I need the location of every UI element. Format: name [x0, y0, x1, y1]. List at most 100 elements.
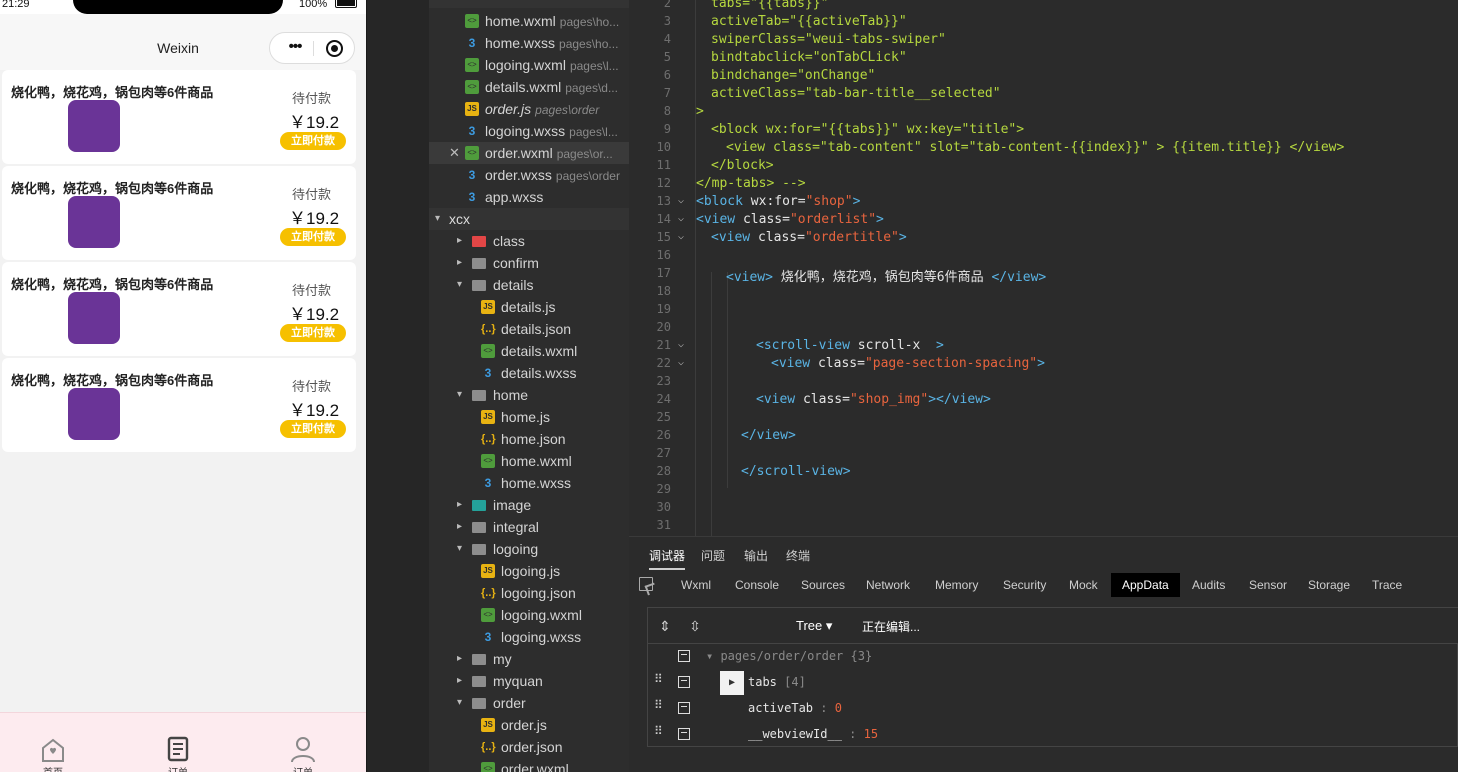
row-checkbox[interactable] — [678, 728, 690, 740]
fold-chevron-icon[interactable]: ⌵ — [678, 357, 684, 368]
key-name: tabs — [748, 675, 777, 689]
row-checkbox[interactable] — [678, 650, 690, 662]
panel-tab[interactable]: 终端 — [786, 547, 810, 564]
devtools-tab[interactable]: Audits — [1192, 573, 1225, 597]
folder-item[interactable]: ▸ confirm — [429, 252, 629, 274]
devtools-tab[interactable]: Trace — [1372, 573, 1402, 597]
file-item[interactable]: 3 logoing.wxss — [429, 626, 629, 648]
drag-handle-icon[interactable]: ⠿ — [654, 725, 664, 742]
file-item[interactable]: 3 details.wxss — [429, 362, 629, 384]
file-item[interactable]: 3 home.wxss — [429, 472, 629, 494]
open-editor-item[interactable]: <> home.wxml pages\ho... — [429, 10, 629, 32]
order-card[interactable]: 烧化鸭，烧花鸡，锅包肉等6件商品 待付款 ￥19.2 立即付款 — [2, 358, 356, 452]
panel-tab[interactable]: 问题 — [701, 547, 725, 564]
key-value[interactable]: 0 — [835, 701, 842, 715]
open-editor-item[interactable]: JS order.js pages\order — [429, 98, 629, 120]
order-card[interactable]: 烧化鸭，烧花鸡，锅包肉等6件商品 待付款 ￥19.2 立即付款 — [2, 262, 356, 356]
tab-home[interactable]: 首页 — [23, 713, 83, 772]
panel-splitter[interactable] — [366, 0, 429, 772]
folder-item[interactable]: ▸ class — [429, 230, 629, 252]
open-editor-item[interactable]: 3 home.wxss pages\ho... — [429, 32, 629, 54]
open-editor-item[interactable]: <> logoing.wxml pages\l... — [429, 54, 629, 76]
devtools-tab[interactable]: Sources — [801, 573, 845, 597]
devtools-tab[interactable]: AppData — [1111, 573, 1180, 597]
row-checkbox[interactable] — [678, 702, 690, 714]
panel-tab[interactable]: 输出 — [744, 547, 768, 564]
key-value[interactable]: 15 — [864, 727, 878, 741]
panel-tab[interactable]: 调试器 — [649, 547, 686, 570]
file-name: order.js — [501, 717, 547, 733]
fold-chevron-icon[interactable]: ⌵ — [678, 195, 684, 206]
folder-item[interactable]: ▾ details — [429, 274, 629, 296]
open-editor-item[interactable]: 3 logoing.wxss pages\l... — [429, 120, 629, 142]
folder-item[interactable]: ▸ my — [429, 648, 629, 670]
file-item[interactable]: {..} home.json — [429, 428, 629, 450]
devtools-tab[interactable]: Memory — [935, 573, 978, 597]
row-checkbox[interactable] — [678, 676, 690, 688]
tab-order[interactable]: 订单 — [148, 713, 208, 772]
devtools-tab[interactable]: Storage — [1308, 573, 1350, 597]
collapse-all-icon[interactable]: ⇳ — [686, 617, 704, 635]
tab-profile[interactable]: 订单 — [273, 713, 333, 772]
code-editor[interactable]: 2 tabs="{{tabs}}" 3 activeTab="{{activeTab}… — [629, 0, 1458, 536]
file-item[interactable]: <> details.wxml — [429, 340, 629, 362]
devtools-tab[interactable]: Console — [735, 573, 779, 597]
open-editor-item[interactable]: <> details.wxml pages\d... — [429, 76, 629, 98]
fold-chevron-icon[interactable]: ⌵ — [678, 231, 684, 242]
fold-chevron-icon[interactable]: ⌵ — [678, 213, 684, 224]
file-item[interactable]: JS details.js — [429, 296, 629, 318]
close-icon[interactable]: ✕ — [449, 142, 460, 164]
pay-now-button[interactable]: 立即付款 — [280, 420, 346, 438]
open-editor-item[interactable]: 3 order.wxss pages\order — [429, 164, 629, 186]
open-editor-item[interactable]: ✕ <> order.wxml pages\or... — [429, 142, 629, 164]
devtools-tab[interactable]: Security — [1003, 573, 1046, 597]
file-item[interactable]: {..} details.json — [429, 318, 629, 340]
folder-item[interactable]: ▸ myquan — [429, 670, 629, 692]
folder-item[interactable]: ▸ integral — [429, 516, 629, 538]
file-item[interactable]: JS home.js — [429, 406, 629, 428]
wxss-file-icon: 3 — [468, 168, 476, 182]
expand-all-icon[interactable]: ⇕ — [656, 617, 674, 635]
file-item[interactable]: JS logoing.js — [429, 560, 629, 582]
open-editor-item[interactable]: 3 app.wxss — [429, 186, 629, 208]
code-token: </view> — [741, 428, 796, 443]
file-name: my — [493, 651, 512, 667]
file-item[interactable]: <> order.wxml — [429, 758, 629, 772]
chevron-right-icon: ▸ — [457, 235, 463, 246]
file-name: order.wxml pages\or... — [485, 145, 613, 161]
file-item[interactable]: {..} order.json — [429, 736, 629, 758]
file-item[interactable]: <> home.wxml — [429, 450, 629, 472]
folder-item[interactable]: ▸ image — [429, 494, 629, 516]
devtools-tab[interactable]: Wxml — [681, 573, 711, 597]
project-root[interactable]: ▾ xcx — [429, 208, 629, 230]
code-token: "orderlist" — [789, 212, 877, 227]
more-dots-icon[interactable]: ••• — [278, 39, 312, 57]
product-thumbnail — [68, 100, 120, 152]
file-item[interactable]: <> logoing.wxml — [429, 604, 629, 626]
target-icon[interactable] — [326, 40, 343, 57]
line-number: 22 — [656, 356, 671, 370]
drag-handle-icon[interactable]: ⠿ — [654, 699, 664, 716]
view-mode-select[interactable]: Tree ▾ — [796, 618, 832, 634]
pay-now-button[interactable]: 立即付款 — [280, 324, 346, 342]
file-name: logoing.wxss — [501, 629, 582, 645]
order-card[interactable]: 烧化鸭，烧花鸡，锅包肉等6件商品 待付款 ￥19.2 立即付款 — [2, 166, 356, 260]
chevron-down-icon[interactable]: ▾ — [706, 649, 720, 663]
devtools-tab[interactable]: Network — [866, 573, 910, 597]
drag-handle-icon[interactable]: ⠿ — [654, 673, 664, 690]
root-count: {3} — [850, 649, 873, 663]
devtools-tab[interactable]: Sensor — [1249, 573, 1287, 597]
pay-now-button[interactable]: 立即付款 — [280, 228, 346, 246]
order-card[interactable]: 烧化鸭，烧花鸡，锅包肉等6件商品 待付款 ￥19.2 立即付款 — [2, 70, 356, 164]
expand-node-button[interactable]: ▶ — [720, 671, 744, 695]
folder-item[interactable]: ▾ logoing — [429, 538, 629, 560]
folder-item[interactable]: ▾ order — [429, 692, 629, 714]
file-path: pages\d... — [565, 81, 618, 95]
file-item[interactable]: {..} logoing.json — [429, 582, 629, 604]
file-name: details.wxml — [501, 343, 578, 359]
pay-now-button[interactable]: 立即付款 — [280, 132, 346, 150]
devtools-tab[interactable]: Mock — [1069, 573, 1098, 597]
fold-chevron-icon[interactable]: ⌵ — [678, 339, 684, 350]
folder-item[interactable]: ▾ home — [429, 384, 629, 406]
file-item[interactable]: JS order.js — [429, 714, 629, 736]
